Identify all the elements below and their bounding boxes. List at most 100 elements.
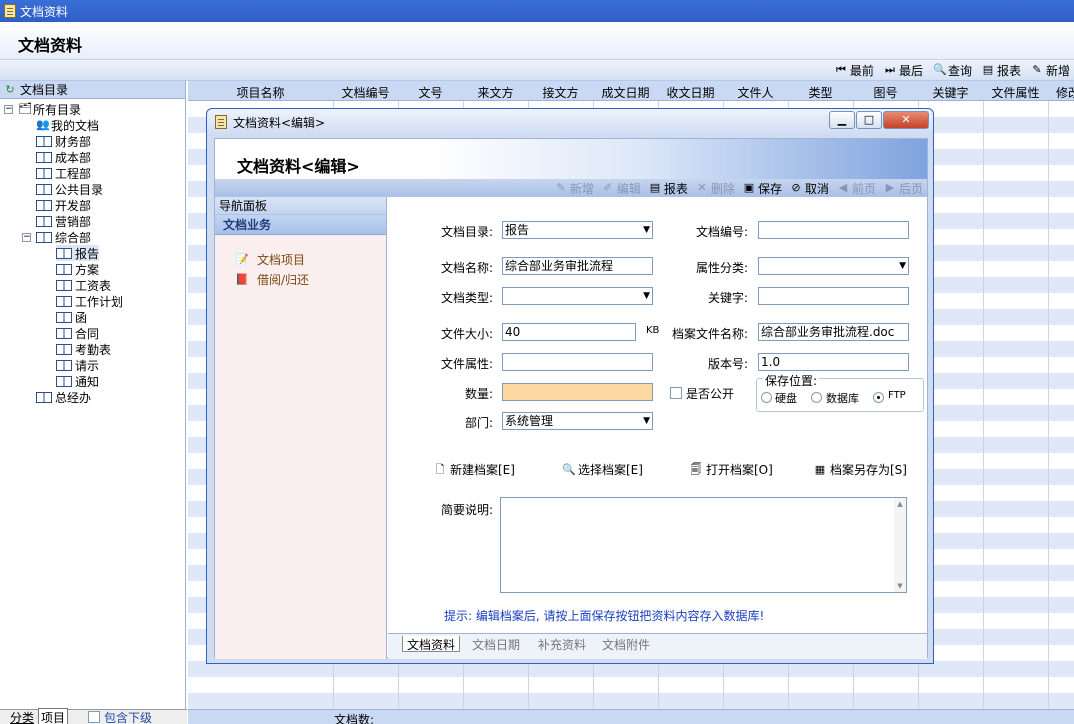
search-button[interactable]: 🔍 查询: [933, 62, 972, 79]
last-button[interactable]: ⏭ 最后: [884, 62, 923, 79]
scroll-up-icon[interactable]: ▲: [894, 500, 906, 508]
tab-category[interactable]: 分类: [10, 709, 34, 724]
dept-select[interactable]: 系统管理: [502, 412, 653, 430]
file-attr-field[interactable]: [502, 353, 653, 371]
book-icon: [56, 247, 72, 259]
dialog-delete-button[interactable]: ✕ 删除: [696, 180, 735, 197]
tab-doc-info[interactable]: 文档资料: [402, 636, 461, 652]
size-field[interactable]: 40: [502, 323, 636, 341]
tree-sub-attendance[interactable]: 考勤表: [56, 341, 111, 357]
code-field[interactable]: [758, 221, 909, 239]
nav-item-doc-project[interactable]: 📝 文档项目: [235, 251, 305, 268]
dialog-cancel-button[interactable]: ⊘ 取消: [790, 180, 829, 197]
tab-supplementary[interactable]: 补充资料: [538, 636, 586, 652]
storage-ftp-radio[interactable]: [873, 392, 884, 403]
attr-category-select[interactable]: [758, 257, 909, 275]
tree-item-label: 工资表: [75, 278, 112, 293]
tab-project[interactable]: 项目: [38, 707, 69, 724]
tree-sub-workplan[interactable]: 工作计划: [56, 293, 123, 309]
page-header: 文档资料: [0, 22, 1074, 60]
dialog-next-label: 后页: [898, 181, 923, 196]
tree-sub-salary[interactable]: 工资表: [56, 277, 111, 293]
qty-field[interactable]: [502, 383, 653, 401]
maximize-button[interactable]: □: [856, 111, 882, 129]
tree-sub-report[interactable]: 报告: [56, 245, 100, 261]
tree-item-label: 我的文档: [51, 118, 100, 133]
tree-root[interactable]: − 🗂 所有目录: [4, 101, 81, 117]
desc-scrollbar[interactable]: ▲ ▼: [894, 498, 906, 592]
report-button[interactable]: ▤ 报表: [982, 62, 1021, 79]
tree-sub-letter[interactable]: 函: [56, 309, 87, 325]
column-header[interactable]: 文档编号: [333, 84, 398, 101]
dialog-save-button[interactable]: ▣ 保存: [743, 180, 782, 197]
dialog-titlebar[interactable]: 文档资料<编辑> ▁ □ ✕: [207, 109, 933, 135]
dialog-prev-button[interactable]: ◀ 前页: [837, 180, 876, 197]
column-header[interactable]: 项目名称: [188, 84, 333, 101]
include-sub-checkbox[interactable]: [88, 711, 101, 723]
add-button[interactable]: ✎ 新增: [1031, 62, 1070, 79]
tab-doc-date[interactable]: 文档日期: [472, 636, 520, 652]
public-checkbox[interactable]: [670, 387, 682, 399]
tree-item-public[interactable]: 公共目录: [36, 181, 103, 197]
new-archive-button[interactable]: 🗋 新建档案[E]: [434, 461, 515, 478]
book-icon: [36, 135, 52, 147]
version-label: 版本号:: [707, 357, 748, 371]
select-archive-button[interactable]: 🔍 选择档案[E]: [562, 461, 643, 478]
tree-item-engineering[interactable]: 工程部: [36, 165, 91, 181]
tree-sub-contract[interactable]: 合同: [56, 325, 99, 341]
tree-sub-notice[interactable]: 通知: [56, 373, 99, 389]
tree-item-finance[interactable]: 财务部: [36, 133, 91, 149]
tree-sub-plan[interactable]: 方案: [56, 261, 99, 277]
refresh-icon[interactable]: ↻: [4, 83, 16, 96]
column-header[interactable]: 来文方: [463, 84, 528, 101]
version-field[interactable]: 1.0: [758, 353, 909, 371]
column-header[interactable]: 成文日期: [593, 84, 658, 101]
catalog-header: ↻ 文档目录: [0, 81, 185, 99]
column-header[interactable]: 收文日期: [658, 84, 723, 101]
tree-item-my-docs[interactable]: 👥 我的文档: [36, 117, 99, 133]
column-header[interactable]: 文件人: [723, 84, 788, 101]
column-header[interactable]: 接文方: [528, 84, 593, 101]
dialog-edit-label: 编辑: [616, 181, 641, 196]
name-field[interactable]: 综合部业务审批流程: [502, 257, 653, 275]
dialog-add-button[interactable]: ✎ 新增: [555, 180, 594, 197]
scroll-down-icon[interactable]: ▼: [894, 582, 906, 590]
storage-db-radio[interactable]: [811, 392, 822, 403]
catalog-select[interactable]: 报告: [502, 221, 653, 239]
type-select[interactable]: [502, 287, 653, 305]
first-icon: ⏮: [835, 63, 846, 76]
save-as-archive-button[interactable]: ▦ 档案另存为[S]: [814, 461, 907, 478]
first-button[interactable]: ⏮ 最前: [835, 62, 874, 79]
storage-disk-radio[interactable]: [761, 392, 772, 403]
tree-item-label: 营销部: [55, 214, 92, 229]
close-button[interactable]: ✕: [883, 111, 929, 129]
tab-attachments[interactable]: 文档附件: [602, 636, 650, 652]
minimize-button[interactable]: ▁: [829, 111, 855, 129]
page-title: 文档资料: [18, 36, 83, 55]
column-header[interactable]: 类型: [788, 84, 853, 101]
dialog-toolbar: ✎ 新增 ✐ 编辑 ▤ 报表 ✕ 删除 ▣ 保存 ⊘ 取消 ◀ 前页 ▶ 后页: [215, 179, 927, 197]
tree-item-dev[interactable]: 开发部: [36, 197, 91, 213]
nav-item-borrow-return[interactable]: 📕 借阅/归还: [235, 271, 309, 288]
keyword-field[interactable]: [758, 287, 909, 305]
collapse-icon[interactable]: −: [22, 232, 31, 242]
file-name-field[interactable]: 综合部业务审批流程.doc: [758, 323, 909, 341]
tree-sub-request[interactable]: 请示: [56, 357, 99, 373]
desc-textarea[interactable]: ▲ ▼: [500, 497, 907, 593]
tree-item-cost[interactable]: 成本部: [36, 149, 91, 165]
tree-item-gm-office[interactable]: 总经办: [36, 389, 91, 405]
column-header[interactable]: 关键字: [918, 84, 983, 101]
tree-item-general[interactable]: − 综合部: [22, 229, 91, 245]
dialog-edit-button[interactable]: ✐ 编辑: [602, 180, 641, 197]
column-header[interactable]: 图号: [853, 84, 918, 101]
column-header[interactable]: 修改: [1048, 84, 1074, 101]
dialog-next-button[interactable]: ▶ 后页: [884, 180, 923, 197]
collapse-icon[interactable]: −: [4, 104, 13, 114]
nav-section[interactable]: 文档业务: [215, 215, 386, 235]
open-archive-button[interactable]: 🗐 打开档案[O]: [690, 461, 773, 478]
column-header[interactable]: 文号: [398, 84, 463, 101]
tree-item-marketing[interactable]: 营销部: [36, 213, 91, 229]
dialog-report-button[interactable]: ▤ 报表: [649, 180, 688, 197]
qty-label: 数量:: [464, 387, 493, 401]
column-header[interactable]: 文件属性: [983, 84, 1048, 101]
